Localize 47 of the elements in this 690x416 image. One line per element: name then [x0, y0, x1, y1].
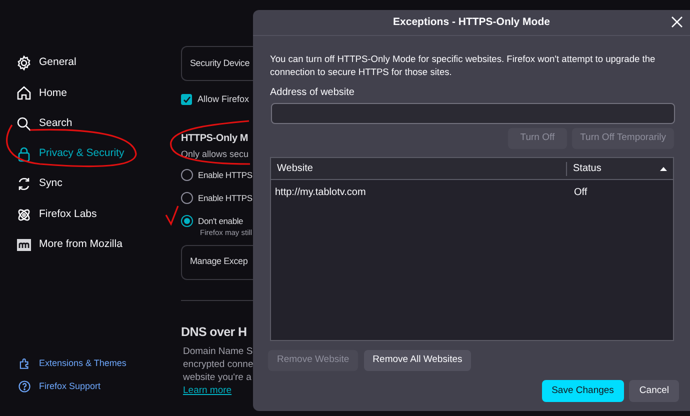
- lock-icon: [16, 146, 32, 162]
- radio-button[interactable]: [181, 169, 193, 182]
- section-subtitle: Only allows secu: [181, 148, 250, 161]
- table-cell-text: Off: [574, 186, 588, 200]
- learn-more-link[interactable]: Learn more: [183, 384, 232, 398]
- radio-label: Enable HTTPS: [198, 169, 252, 182]
- sidebar-item[interactable]: Firefox Labs: [16, 199, 170, 230]
- sidebar-item[interactable]: More from Mozilla: [16, 230, 170, 260]
- dialog-title: Exceptions - HTTPS-Only Mode: [393, 14, 550, 30]
- sidebar-item[interactable]: Home: [16, 78, 170, 109]
- sidebar-link[interactable]: Firefox Support: [16, 375, 170, 398]
- description-text: website you're a: [183, 371, 252, 384]
- puzzle-piece-icon: [18, 357, 31, 370]
- description-text: encrypted conne: [183, 358, 253, 372]
- column-header[interactable]: Status: [567, 162, 673, 176]
- section-heading: HTTPS-Only M: [181, 132, 250, 146]
- sync-icon: [16, 176, 32, 192]
- sort-ascending-icon: [660, 166, 667, 170]
- house-icon: [16, 85, 32, 102]
- column-header[interactable]: Website: [271, 162, 567, 176]
- close-button[interactable]: [670, 15, 684, 29]
- search-icon: [16, 116, 32, 132]
- address-field[interactable]: [271, 103, 675, 124]
- sidebar-item[interactable]: Search: [16, 108, 170, 139]
- table-cell-text: http://my.tablotv.com: [274, 186, 367, 200]
- radio-label: Enable HTTPS: [198, 192, 252, 204]
- dialog-description: You can turn off HTTPS-Only Mode for specific websites. Firefox won't attempt to upgrade the connection to secure HTTPS for those sites.: [270, 53, 656, 78]
- radio-button[interactable]: [181, 214, 193, 227]
- gear-icon: [16, 55, 32, 72]
- atom-icon: [16, 206, 32, 223]
- field-label: Address of website: [270, 86, 356, 100]
- sidebar-link[interactable]: Extensions & Themes: [16, 352, 170, 375]
- hand-drawn-checkmark: [165, 206, 179, 226]
- mozilla-logo-icon: [16, 236, 32, 253]
- cancel-button[interactable]: Cancel: [629, 380, 679, 402]
- save-button[interactable]: Save Changes: [542, 380, 624, 402]
- sidebar-item[interactable]: Privacy & Security: [16, 138, 170, 170]
- sidebar-item[interactable]: Sync: [16, 169, 170, 200]
- button[interactable]: Remove All Websites: [364, 350, 472, 371]
- section-heading: DNS over H: [181, 324, 248, 340]
- checkbox-label: Allow Firefox: [198, 93, 250, 106]
- help-icon: [18, 380, 31, 393]
- radio-label: Don't enable: [198, 214, 244, 228]
- radio-button[interactable]: [181, 192, 193, 204]
- sidebar-item[interactable]: General: [16, 48, 170, 78]
- description-text: Domain Name S: [183, 345, 253, 358]
- checkbox[interactable]: [181, 94, 192, 106]
